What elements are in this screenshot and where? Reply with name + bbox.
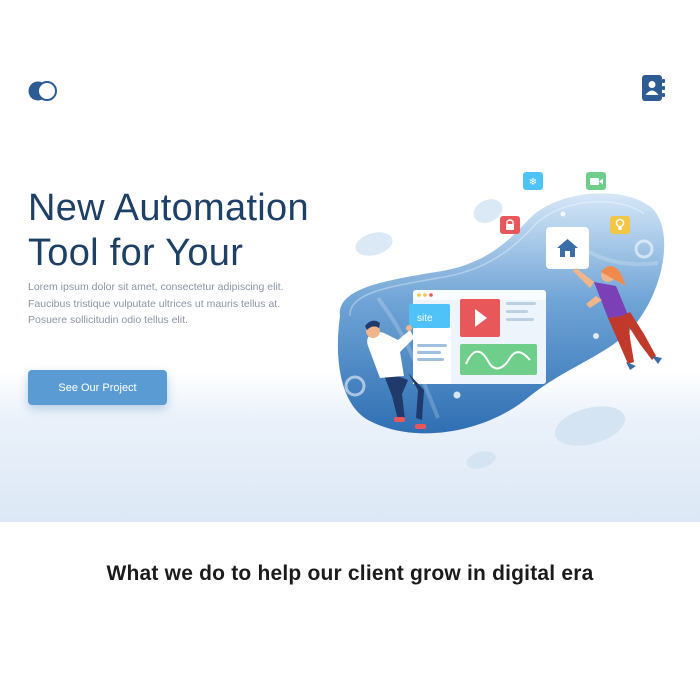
bg-blob-small: [554, 406, 626, 446]
hero-headline: New Automation Tool for Your: [28, 186, 368, 276]
bg-blob-small: [466, 451, 496, 469]
site-tag-label: site: [417, 313, 433, 324]
see-project-button[interactable]: See Our Project: [28, 370, 167, 405]
hero-description: Lorem ipsum dolor sit amet, consectetur …: [28, 281, 284, 326]
hero-illustration: site ❄: [318, 168, 690, 478]
snowflake-icon: ❄: [523, 172, 543, 190]
contact-book-icon[interactable]: [641, 75, 665, 101]
home-icon: [546, 227, 589, 269]
headline-line-1: New Automation: [28, 187, 309, 229]
hero-section: New Automation Tool for Your Lorem ipsum…: [0, 0, 700, 522]
video-camera-icon: [586, 172, 606, 190]
svg-text:❄: ❄: [529, 177, 537, 188]
headline-line-2: Tool for Your: [28, 232, 244, 274]
lock-icon: [500, 216, 520, 234]
bg-blob-small: [355, 232, 393, 256]
lightbulb-icon: [610, 216, 630, 234]
logo-icon[interactable]: [28, 80, 58, 102]
section-tagline: What we do to help our client grow in di…: [106, 562, 594, 585]
